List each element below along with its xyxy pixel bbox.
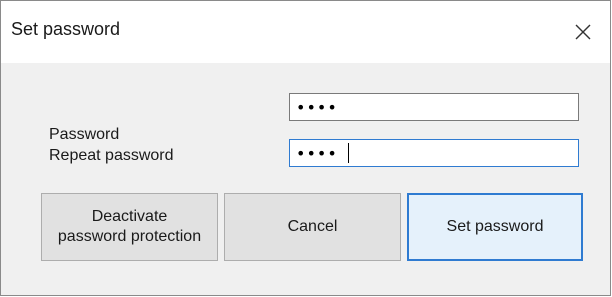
set-password-button-label: Set password [446,218,544,235]
cancel-button[interactable]: Cancel [224,193,401,261]
deactivate-password-protection-button[interactable]: Deactivate password protection [41,193,218,261]
set-password-button[interactable]: Set password [407,193,583,261]
dialog-title: Set password [11,19,121,39]
deactivate-button-label-line1: Deactivate [91,208,168,225]
cancel-button-label: Cancel [287,218,338,235]
set-password-dialog: Set password Password Repeat password De… [0,0,611,296]
text-caret [348,143,349,163]
repeat-password-label: Repeat password [49,147,174,164]
close-icon [575,24,591,40]
deactivate-button-label-line2: password protection [57,228,202,245]
password-field[interactable] [289,93,579,121]
repeat-password-field[interactable] [289,139,579,167]
close-button[interactable] [556,1,610,63]
title-bar: Set password [1,1,610,63]
deactivate-button-label: Deactivate password protection [58,207,201,247]
password-label: Password [49,126,120,143]
